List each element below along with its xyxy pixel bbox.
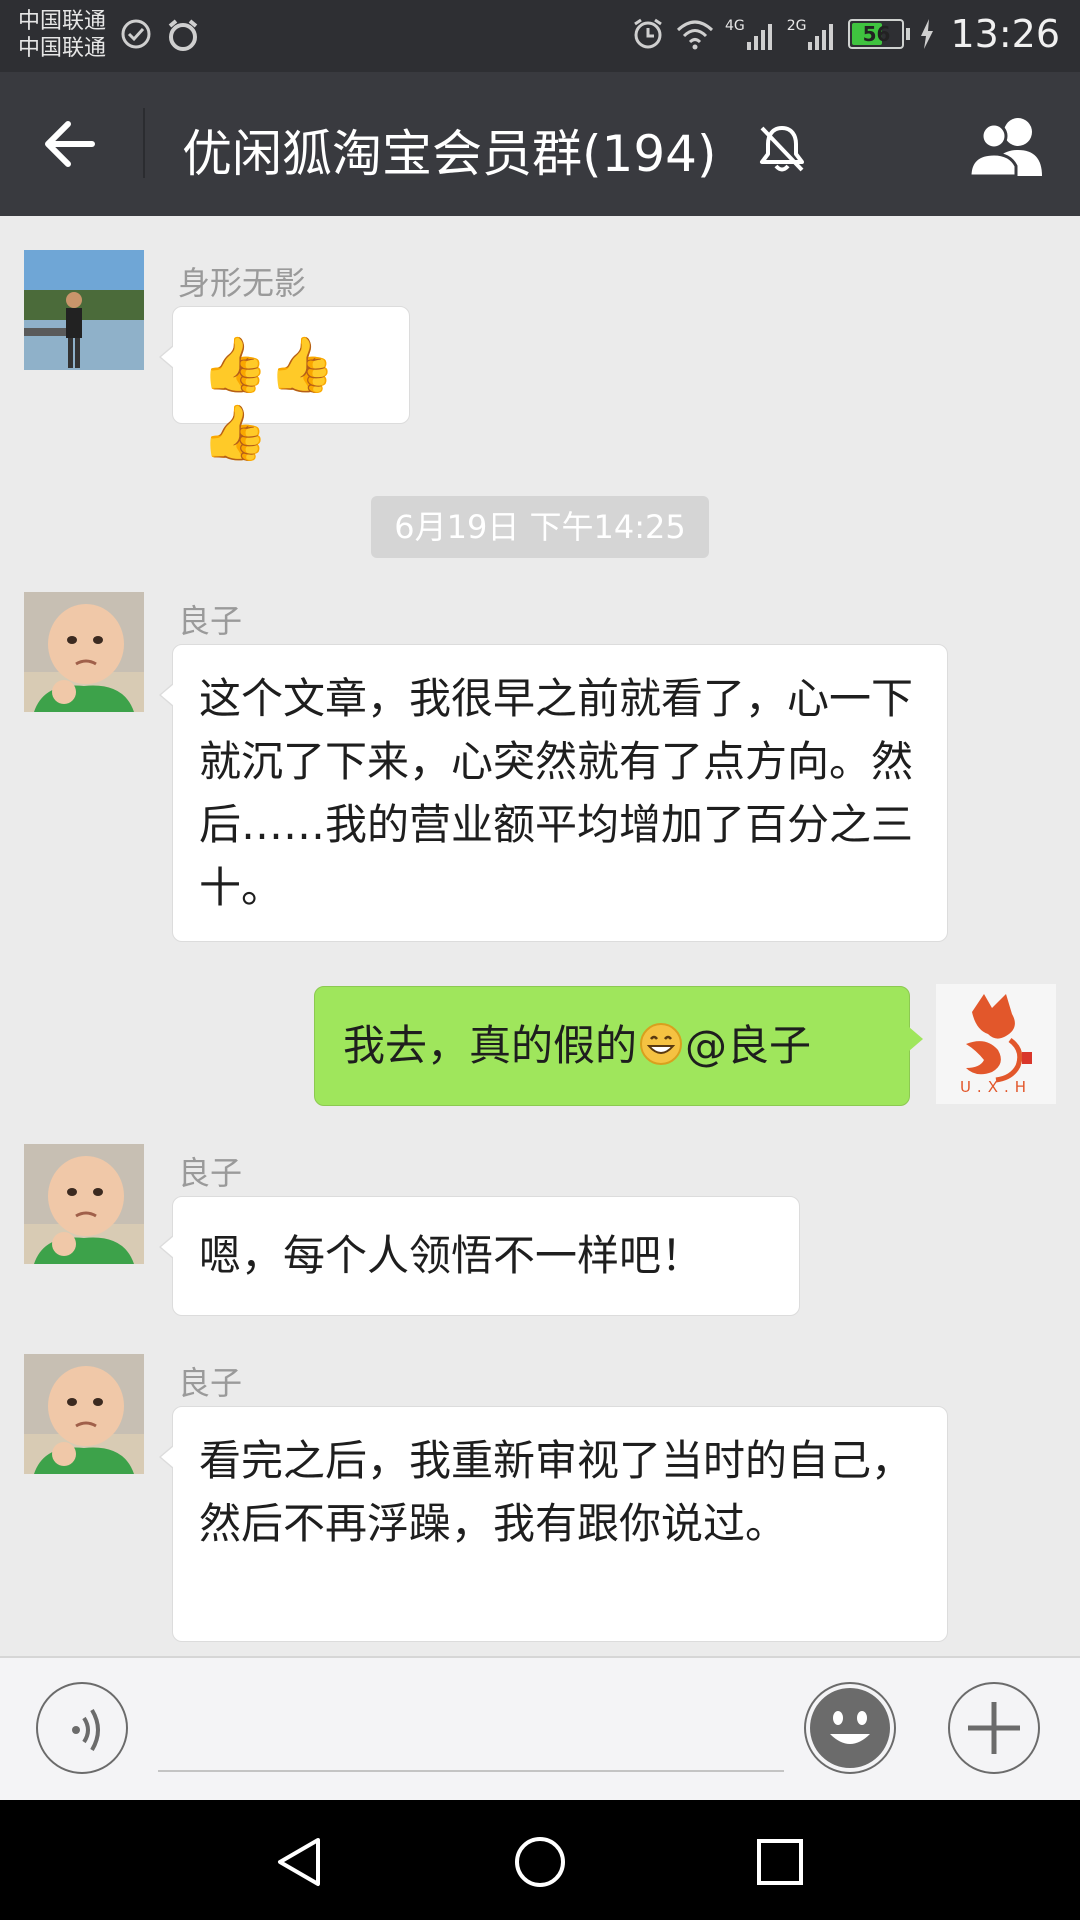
sender-name: 良子 bbox=[178, 1364, 243, 1402]
sender-name: 良子 bbox=[178, 1154, 243, 1192]
charging-icon bbox=[921, 19, 934, 49]
message-bubble-self[interactable]: 我去，真的假的 @良子 bbox=[314, 986, 923, 1106]
header-divider bbox=[143, 108, 145, 178]
clock: 13:26 bbox=[950, 12, 1060, 56]
avatar-self-text: U.X.H bbox=[959, 1078, 1033, 1096]
avatar-image bbox=[24, 592, 144, 712]
mute-bell-icon bbox=[760, 126, 804, 172]
grin-emoji-icon bbox=[640, 1023, 683, 1065]
avatar-image bbox=[24, 1354, 144, 1474]
carrier-1: 中国联通 bbox=[18, 9, 107, 34]
chat-header: 优闲狐淘宝会员群(194) bbox=[0, 72, 1080, 216]
voice-wave-icon bbox=[72, 1708, 100, 1752]
sender-name: 身形无影 bbox=[178, 264, 307, 302]
message-bubble[interactable]: 👍👍👍 bbox=[159, 306, 410, 464]
check-circle-icon bbox=[121, 19, 151, 49]
message-list[interactable]: 身形无影 👍👍👍 6月19日 下午14:25 良子 这个文章，我很早之前就看了，… bbox=[0, 216, 1080, 1656]
avatar[interactable] bbox=[24, 1144, 144, 1264]
battery-icon: 56 bbox=[848, 19, 905, 49]
system-nav-bar bbox=[0, 1800, 1080, 1920]
message-bubble[interactable]: 嗯，每个人领悟不一样吧！ bbox=[159, 1196, 800, 1316]
more-button[interactable] bbox=[948, 1682, 1040, 1774]
avatar-image bbox=[24, 1144, 144, 1264]
avatar-self[interactable]: U.X.H bbox=[936, 984, 1056, 1104]
group-members-icon[interactable] bbox=[966, 114, 1050, 178]
page-title: 优闲狐淘宝会员群(194) bbox=[182, 125, 717, 183]
battery-tip bbox=[906, 28, 911, 40]
signal-4g: 4G bbox=[725, 18, 777, 50]
nav-back-icon[interactable] bbox=[272, 1834, 328, 1890]
smiley-face-icon bbox=[810, 1688, 890, 1768]
message-bubble[interactable]: 看完之后，我重新审视了当时的自己，然后不再浮躁，我有跟你说过。 bbox=[159, 1406, 948, 1642]
plus-icon bbox=[968, 1702, 1020, 1754]
signal-bars-icon bbox=[746, 24, 772, 50]
nav-recents-icon[interactable] bbox=[752, 1834, 808, 1890]
alarm-clock-icon bbox=[168, 19, 198, 51]
emoji-button[interactable] bbox=[804, 1682, 896, 1774]
status-right: 4G 2G 56 13:26 bbox=[631, 12, 1060, 56]
message-input[interactable] bbox=[158, 1692, 784, 1772]
mention-text[interactable]: @良子 bbox=[685, 1021, 811, 1070]
carrier-labels: 中国联通 中国联通 bbox=[18, 8, 106, 62]
message-text: 我去，真的假的 bbox=[343, 1021, 638, 1070]
network-1-label: 4G bbox=[724, 18, 745, 34]
network-2-label: 2G bbox=[786, 18, 807, 34]
signal-bars-icon bbox=[808, 24, 834, 50]
avatar[interactable] bbox=[24, 592, 144, 712]
voice-button[interactable] bbox=[36, 1682, 128, 1774]
status-left-icons bbox=[120, 18, 200, 54]
input-bar bbox=[0, 1656, 1080, 1800]
signal-2g: 2G bbox=[787, 18, 839, 50]
avatar-image bbox=[24, 250, 144, 370]
avatar[interactable] bbox=[24, 1354, 144, 1474]
timestamp-divider: 6月19日 下午14:25 bbox=[371, 496, 709, 558]
alarm-icon bbox=[634, 18, 662, 49]
status-bar: 中国联通 中国联通 4G 2G 56 13:26 bbox=[0, 0, 1080, 72]
carrier-2: 中国联通 bbox=[18, 36, 107, 61]
back-arrow-icon[interactable] bbox=[40, 112, 100, 176]
message-bubble[interactable]: 这个文章，我很早之前就看了，心一下就沉了下来，心突然就有了点方向。然后……我的营… bbox=[159, 644, 948, 942]
avatar[interactable] bbox=[24, 250, 144, 370]
nav-home-icon[interactable] bbox=[512, 1834, 568, 1890]
sender-name: 良子 bbox=[178, 602, 243, 640]
battery-indicator: 56 bbox=[848, 19, 911, 49]
wifi-icon bbox=[676, 20, 713, 50]
battery-percent: 56 bbox=[862, 22, 891, 46]
